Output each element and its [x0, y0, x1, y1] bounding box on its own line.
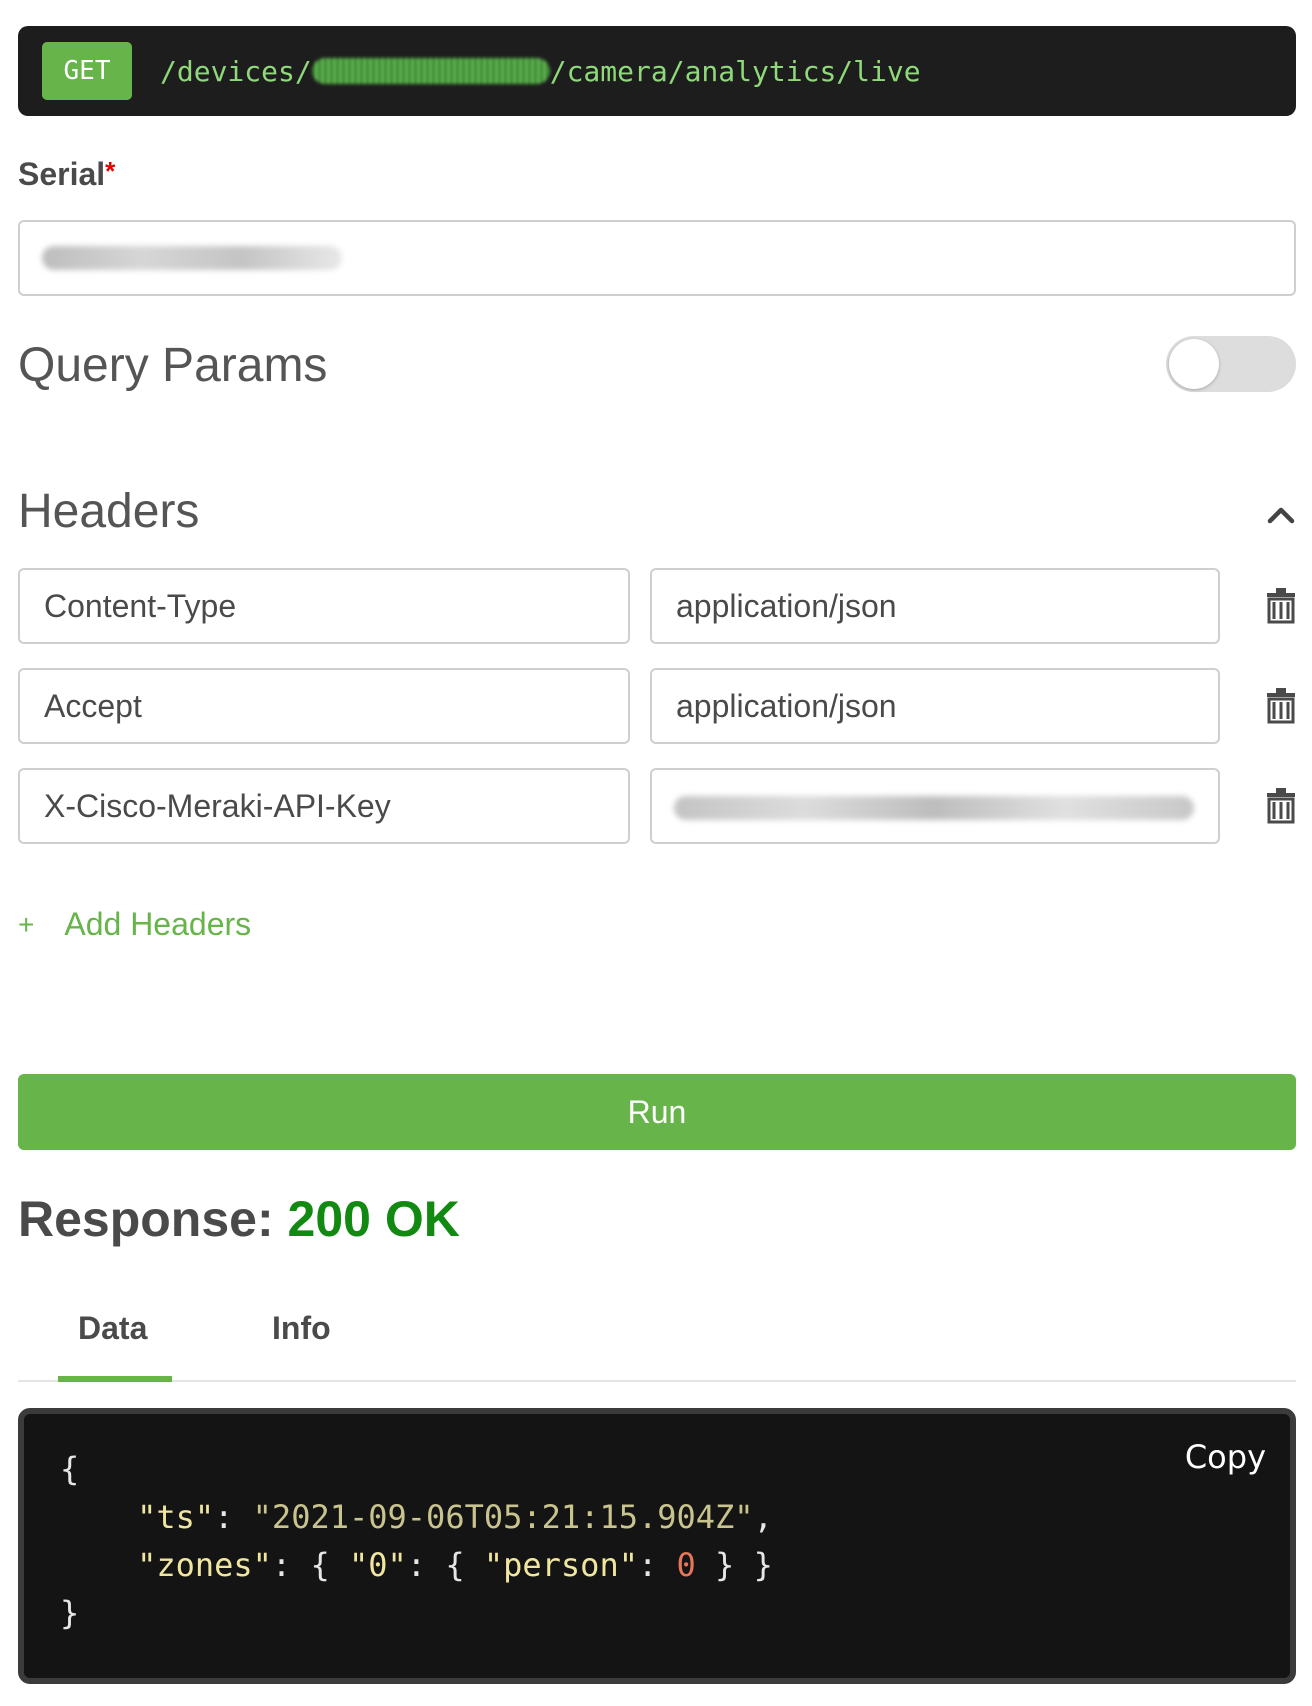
active-tab-indicator	[58, 1376, 172, 1382]
header-row: Content-Type application/json	[18, 568, 1296, 644]
header-value-input[interactable]: application/json	[650, 568, 1220, 644]
header-key-input[interactable]: Accept	[18, 668, 630, 744]
plus-icon: +	[18, 908, 35, 940]
header-row: X-Cisco-Meraki-API-Key	[18, 768, 1296, 844]
endpoint-path: /devices/ /camera/analytics/live	[160, 55, 921, 88]
code-line: }	[60, 1594, 80, 1632]
toggle-knob	[1169, 339, 1219, 389]
headers-title: Headers	[18, 485, 200, 538]
header-value-input[interactable]: application/json	[650, 668, 1220, 744]
http-method-badge: GET	[42, 42, 132, 100]
redacted-api-key	[674, 796, 1194, 820]
header-key-input[interactable]: X-Cisco-Meraki-API-Key	[18, 768, 630, 844]
chevron-up-icon[interactable]	[1266, 500, 1296, 530]
response-status: Response: 200 OK	[18, 1190, 460, 1248]
code-line: {	[60, 1450, 80, 1488]
redacted-serial-in-path	[311, 58, 550, 84]
query-params-title: Query Params	[18, 339, 328, 392]
status-code: 200 OK	[287, 1191, 460, 1247]
code-line: "zones": { "0": { "person": 0 } }	[137, 1546, 773, 1584]
serial-label: Serial*	[18, 156, 116, 192]
copy-button[interactable]: Copy	[1185, 1438, 1266, 1476]
endpoint-bar: GET /devices/ /camera/analytics/live	[18, 26, 1296, 116]
trash-icon[interactable]	[1266, 688, 1296, 724]
trash-icon[interactable]	[1266, 788, 1296, 824]
required-mark: *	[105, 156, 116, 186]
path-suffix: /camera/analytics/live	[549, 54, 921, 88]
query-params-toggle[interactable]	[1166, 336, 1296, 392]
tab-info[interactable]: Info	[272, 1310, 331, 1347]
add-headers-label: Add Headers	[64, 906, 252, 942]
code-line: "ts": "2021-09-06T05:21:15.904Z",	[137, 1498, 773, 1536]
header-value-input[interactable]	[650, 768, 1220, 844]
response-code-block: Copy { "ts": "2021-09-06T05:21:15.904Z",…	[18, 1408, 1296, 1684]
run-button[interactable]: Run	[18, 1074, 1296, 1150]
trash-icon[interactable]	[1266, 588, 1296, 624]
response-tabs: Data Info	[18, 1298, 1296, 1382]
header-row: Accept application/json	[18, 668, 1296, 744]
tab-data[interactable]: Data	[78, 1310, 147, 1347]
redacted-serial-value	[42, 246, 342, 270]
response-label: Response:	[18, 1191, 274, 1247]
add-headers-button[interactable]: + Add Headers	[18, 906, 251, 943]
path-prefix: /devices/	[160, 54, 312, 88]
header-key-input[interactable]: Content-Type	[18, 568, 630, 644]
serial-input[interactable]	[18, 220, 1296, 296]
